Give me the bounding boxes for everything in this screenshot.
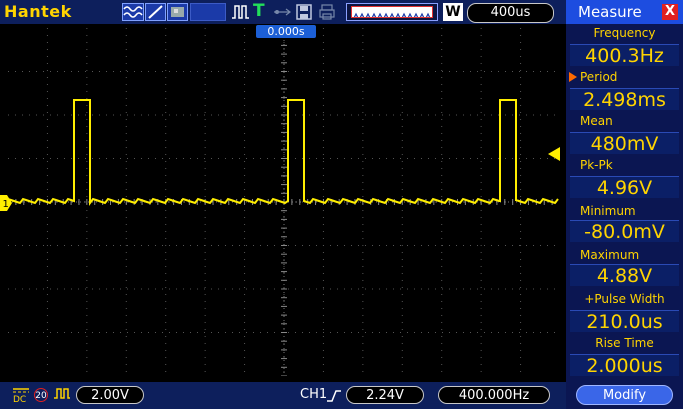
trigger-status-icon: T: [253, 1, 265, 21]
bottom-status-bar: DC 20 2.00V CH1 2.24V 400.000Hz: [0, 382, 566, 409]
trigger-level-readout[interactable]: 2.24V: [346, 386, 424, 404]
waveform-graticule: [7, 27, 560, 377]
measure-label-minimum: Minimum: [580, 204, 636, 218]
modify-button[interactable]: Modify: [576, 385, 673, 405]
status-slot: [190, 3, 226, 21]
measure-value-frequency[interactable]: 400.3Hz: [570, 44, 679, 67]
measure-label-pulse-width: +Pulse Width: [584, 292, 665, 306]
acquire-mode-icon[interactable]: [122, 3, 144, 21]
volts-per-div-readout[interactable]: 2.00V: [76, 386, 144, 404]
coupling-dc-icon[interactable]: DC: [12, 386, 30, 407]
measure-value-minimum[interactable]: -80.0mV: [570, 220, 679, 243]
measure-value-period[interactable]: 2.498ms: [570, 88, 679, 111]
measure-label-pkpk: Pk-Pk: [580, 158, 613, 172]
trigger-source-label[interactable]: CH1: [300, 387, 327, 402]
measure-value-pkpk[interactable]: 4.96V: [570, 176, 679, 199]
measure-header: Measure X: [566, 0, 683, 24]
measure-label-rise-time: Rise Time: [595, 336, 654, 350]
trigger-level-marker[interactable]: [548, 146, 560, 161]
svg-text:DC: DC: [13, 395, 26, 404]
measure-label-mean: Mean: [580, 114, 613, 128]
measure-label-maximum: Maximum: [580, 248, 640, 262]
measure-panel: Measure X Frequency 400.3Hz Period 2.498…: [566, 0, 683, 409]
ch1-ground-marker[interactable]: 1: [0, 195, 12, 211]
trigger-type-icon[interactable]: [230, 3, 250, 21]
brand-logo: Hantek: [4, 2, 72, 21]
rising-edge-icon[interactable]: [326, 388, 342, 402]
measure-value-maximum[interactable]: 4.88V: [570, 264, 679, 287]
memory-window-indicator: [346, 3, 438, 21]
window-zoom-button[interactable]: W: [443, 3, 463, 21]
measure-label-frequency: Frequency: [593, 26, 656, 40]
bandwidth-limit-icon[interactable]: 20: [34, 388, 48, 402]
usb-icon: [272, 3, 292, 21]
persistence-icon[interactable]: [167, 3, 188, 21]
measure-value-pulse-width[interactable]: 210.0us: [570, 310, 679, 333]
top-toolbar: Hantek T W 400us: [0, 0, 566, 24]
measure-title: Measure: [578, 3, 642, 21]
print-icon[interactable]: [318, 3, 336, 21]
invert-icon[interactable]: [53, 385, 71, 404]
save-icon[interactable]: [295, 3, 313, 21]
trigger-frequency-readout: 400.000Hz: [438, 386, 550, 404]
close-icon[interactable]: X: [662, 4, 678, 20]
measure-value-rise-time[interactable]: 2.000us: [570, 354, 679, 377]
timebase-readout[interactable]: 400us: [467, 3, 554, 23]
trigger-position-label[interactable]: 0.000s: [256, 25, 316, 38]
measure-label-period: Period: [580, 70, 618, 84]
measure-value-mean[interactable]: 480mV: [570, 132, 679, 155]
display-vectors-icon[interactable]: [145, 3, 166, 21]
svg-text:1: 1: [3, 199, 9, 210]
